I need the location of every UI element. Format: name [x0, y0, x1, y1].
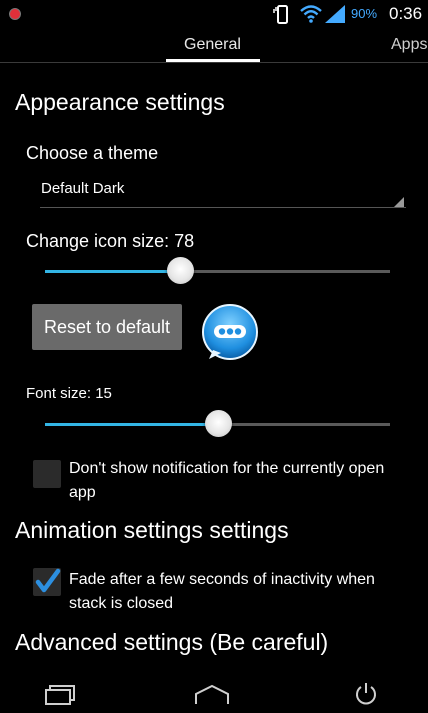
tab-apps[interactable]: Apps	[391, 36, 427, 54]
navigation-bar	[0, 672, 428, 713]
slider-fill	[45, 270, 180, 273]
font-size-label: Font size: 15	[26, 385, 112, 402]
reset-to-default-button[interactable]: Reset to default	[32, 304, 182, 350]
status-bar: 90% 0:36	[0, 0, 428, 30]
slider-thumb[interactable]	[166, 257, 194, 284]
home-icon[interactable]	[193, 684, 231, 706]
theme-spinner[interactable]: Default Dark	[40, 176, 406, 210]
tab-divider	[0, 62, 428, 63]
power-icon[interactable]	[354, 682, 378, 706]
tab-general[interactable]: General	[184, 36, 241, 54]
spinner-underline	[40, 207, 406, 208]
animation-section-title: Animation settings settings	[15, 517, 289, 543]
checkmark-icon	[35, 568, 61, 593]
icon-size-label: Change icon size: 78	[26, 231, 195, 251]
record-indicator-icon	[9, 8, 21, 20]
battery-percent: 90%	[351, 6, 378, 21]
fade-label: Fade after a few seconds of inactivity w…	[69, 571, 375, 612]
theme-value: Default Dark	[41, 180, 125, 197]
appearance-section-title: Appearance settings	[15, 89, 225, 115]
theme-label: Choose a theme	[26, 143, 159, 163]
signal-icon	[325, 5, 345, 23]
status-clock: 0:36	[389, 4, 423, 23]
tab-bar: General Apps	[0, 30, 428, 64]
icon-size-slider[interactable]	[45, 256, 390, 286]
slider-fill	[45, 423, 218, 426]
fade-checkbox[interactable]	[33, 568, 61, 596]
phone-vibrate-icon	[273, 5, 288, 24]
dropdown-arrow-icon	[394, 197, 404, 207]
advanced-section-title[interactable]: Advanced settings (Be careful)	[15, 629, 328, 656]
wifi-icon	[300, 5, 322, 23]
slider-thumb[interactable]	[204, 410, 232, 437]
stack-preview-icon	[202, 304, 258, 360]
hide-notification-label: Don't show notification for the currentl…	[69, 460, 385, 501]
font-size-slider[interactable]	[45, 409, 390, 439]
hide-notification-checkbox[interactable]	[33, 460, 61, 488]
recent-apps-icon[interactable]	[44, 684, 76, 706]
